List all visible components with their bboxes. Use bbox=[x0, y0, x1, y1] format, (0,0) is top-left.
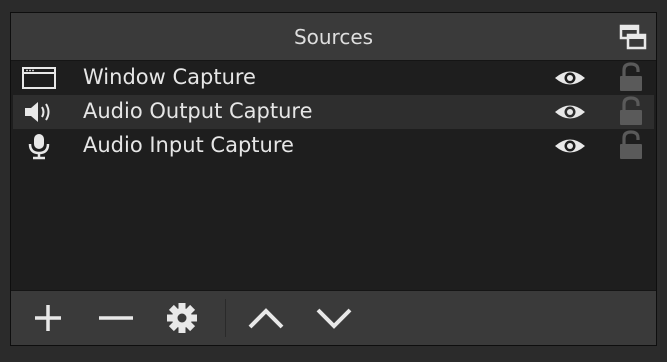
source-row-window-capture[interactable]: Window Capture bbox=[13, 61, 654, 95]
sources-list: Window Capture Audio Output Capture Audi… bbox=[13, 61, 654, 289]
visibility-eye-icon[interactable] bbox=[553, 101, 587, 123]
source-label: Audio Input Capture bbox=[83, 133, 294, 157]
speaker-icon bbox=[25, 102, 50, 122]
remove-icon[interactable] bbox=[95, 299, 137, 337]
add-icon[interactable] bbox=[27, 299, 69, 337]
microphone-icon bbox=[28, 134, 50, 160]
sources-toolbar bbox=[11, 290, 656, 345]
chevron-down-icon[interactable] bbox=[313, 299, 355, 337]
toolbar-separator bbox=[225, 299, 226, 337]
source-label: Window Capture bbox=[83, 65, 256, 89]
sources-panel: Sources Window Capture Audio Output Capt… bbox=[10, 12, 657, 346]
visibility-eye-icon[interactable] bbox=[553, 67, 587, 89]
lock-icon[interactable] bbox=[616, 61, 646, 93]
source-row-audio-output-capture[interactable]: Audio Output Capture bbox=[13, 95, 654, 129]
gear-icon[interactable] bbox=[161, 299, 203, 337]
source-label: Audio Output Capture bbox=[83, 99, 313, 123]
chevron-up-icon[interactable] bbox=[245, 299, 287, 337]
visibility-eye-icon[interactable] bbox=[553, 135, 587, 157]
lock-icon[interactable] bbox=[616, 129, 646, 161]
panel-title: Sources bbox=[293, 25, 374, 49]
undock-icon[interactable] bbox=[618, 23, 648, 51]
lock-icon[interactable] bbox=[616, 95, 646, 127]
window-icon bbox=[22, 67, 56, 89]
source-row-audio-input-capture[interactable]: Audio Input Capture bbox=[13, 129, 654, 163]
sources-panel-header: Sources bbox=[11, 13, 656, 61]
